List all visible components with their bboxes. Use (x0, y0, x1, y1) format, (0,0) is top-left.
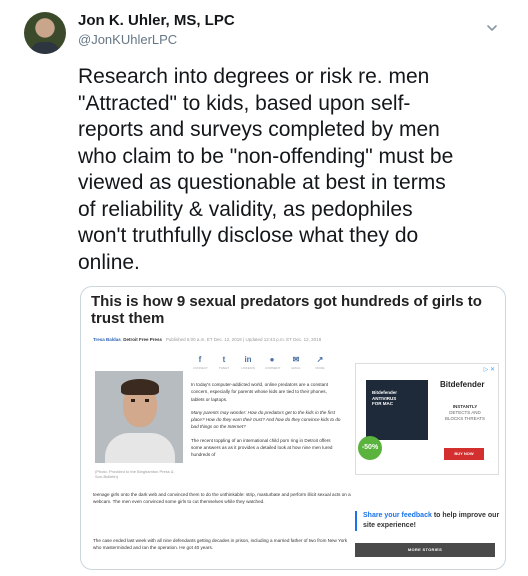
tweet-line: of reliability & validity, as pedophiles (78, 197, 413, 221)
author-handle[interactable]: @JonKUhlerLPC (78, 32, 177, 47)
share-label: COMMENT (265, 366, 281, 370)
share-label: MORE (315, 366, 325, 370)
article-paragraph: teenage girls onto the dark web and conv… (93, 492, 351, 505)
product-box-label: Bitdefender ANTIVIRUS FOR MAC (372, 390, 398, 406)
tweet-line: online. (78, 250, 140, 274)
article-paragraph: In today's computer-addicted world, onli… (191, 382, 328, 402)
facebook-share-icon[interactable]: f CONNECT (193, 355, 208, 370)
tweet-line: reports and surveys completed by men (78, 118, 440, 141)
article-author: Tresa Baldas (93, 337, 121, 342)
discount-badge: -50% (358, 436, 382, 460)
article-paragraph: Many parents may wonder: How do predator… (191, 409, 341, 430)
avatar-shirt (30, 42, 60, 54)
article-publication: Detroit Free Press (123, 337, 163, 342)
feedback-link[interactable]: Share your feedback (363, 512, 432, 519)
article-title: This is how 9 sexual predators got hundr… (91, 293, 482, 327)
photo-hair (121, 379, 159, 395)
twitter-share-icon[interactable]: t TWEET (217, 355, 231, 370)
share-label: EMAIL (291, 366, 301, 370)
ad-tagline-rest: DETECTS AND BLOCKS THREATS (444, 410, 486, 421)
ad-tagline-bold: INSTANTLY (452, 404, 478, 409)
buy-now-button[interactable]: BUY NOW (444, 448, 484, 460)
linkedin-share-icon[interactable]: in LINKEDIN (241, 355, 255, 370)
article-paragraph: The case ended last week with all nine d… (93, 538, 348, 551)
photo-caption: (Photo: Provided to the Binghamton Press… (95, 469, 174, 479)
product-box-image (366, 380, 428, 440)
photo-eyes (131, 399, 149, 402)
ad-brand: Bitdefender (440, 380, 485, 389)
article-paragraph: The recent toppling of an international … (191, 437, 333, 458)
comment-icon[interactable]: ● COMMENT (265, 355, 281, 370)
share-label: TWEET (218, 366, 230, 370)
more-share-icon[interactable]: ↗ MORE (313, 355, 327, 370)
advertisement[interactable]: ▷ ✕ Bitdefender ANTIVIRUS FOR MAC -50% B… (355, 363, 499, 475)
photo-body (105, 433, 175, 463)
article-photo (95, 371, 183, 463)
tweet-line: won't truthfully disclose what they do (78, 224, 419, 247)
tweet-line: who claim to be "non-offending" must be (78, 144, 454, 168)
feedback-prompt: Share your feedback to help improve our … (355, 511, 503, 531)
author-avatar[interactable] (24, 12, 66, 54)
share-label: LINKEDIN (241, 366, 255, 370)
email-icon[interactable]: ✉ EMAIL (289, 355, 303, 370)
chevron-down-icon[interactable] (484, 20, 500, 36)
tweet-line: Research into degrees or risk re. men (78, 65, 430, 88)
ad-choices-icon[interactable]: ▷ ✕ (484, 366, 495, 373)
more-stories-button[interactable]: MORE STORIES (355, 543, 495, 557)
tweet-line: viewed as questionable at best in terms (78, 171, 446, 194)
tweet-text: Research into degrees or risk re. men "A… (78, 64, 510, 276)
author-name[interactable]: Jon K. Uhler, MS, LPC (78, 12, 235, 29)
link-preview-card[interactable]: This is how 9 sexual predators got hundr… (80, 286, 506, 570)
share-label: CONNECT (193, 366, 208, 370)
article-byline: Tresa Baldas, Detroit Free Press Publish… (93, 337, 322, 342)
ad-tagline: INSTANTLY DETECTS AND BLOCKS THREATS (440, 404, 490, 422)
share-bar: f CONNECT t TWEET in LINKEDIN ● COMMENT ✉ EMA… (193, 355, 343, 373)
tweet-line: "Attracted" to kids, based upon self- (78, 91, 411, 115)
article-date: Published 6:00 a.m. ET Dec. 12, 2018 | U… (165, 337, 322, 342)
article-body-column: In today's computer-addicted world, onli… (191, 381, 341, 465)
